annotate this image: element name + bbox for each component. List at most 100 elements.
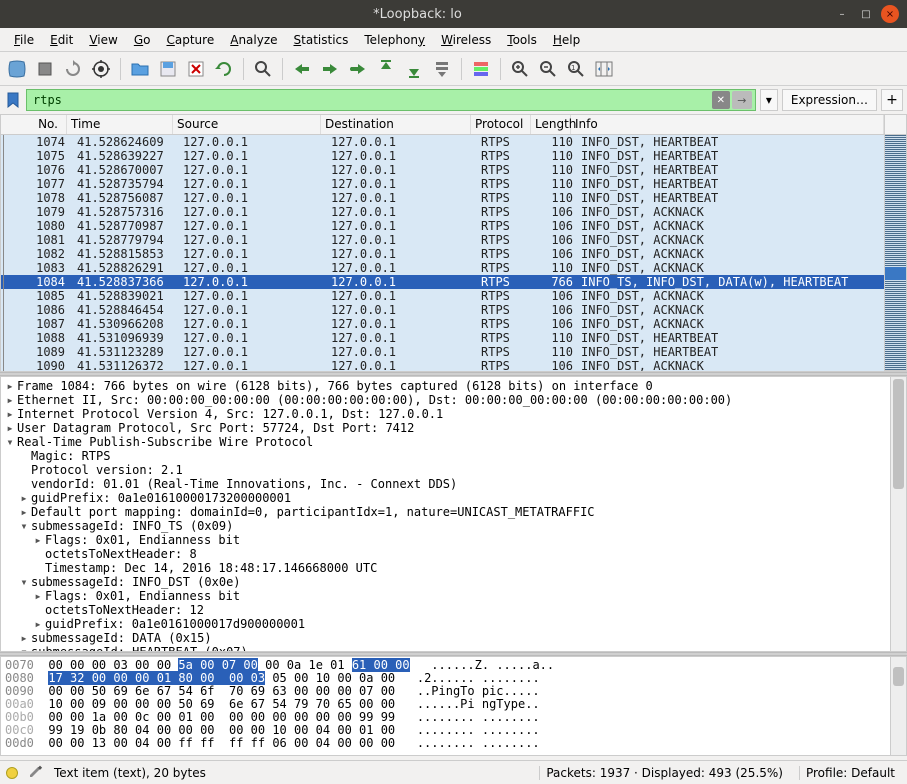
packet-row[interactable]: 107741.528735794127.0.0.1127.0.0.1RTPS11… [1,177,884,191]
filter-add-button[interactable]: + [881,89,903,111]
tree-twisty-icon[interactable]: ▸ [31,533,45,547]
goto-packet-button[interactable] [345,56,371,82]
bytes-row[interactable]: 00d0 00 00 13 00 04 00 ff ff ff ff 06 00… [5,737,886,750]
zoom-reset-button[interactable]: 1 [563,56,589,82]
menu-file[interactable]: File [6,30,42,50]
packet-row[interactable]: 108441.528837366127.0.0.1127.0.0.1RTPS76… [1,275,884,289]
tree-twisty-icon[interactable]: ▾ [17,575,31,589]
packet-row[interactable]: 107941.528757316127.0.0.1127.0.0.1RTPS10… [1,205,884,219]
start-capture-button[interactable] [4,56,30,82]
menu-help[interactable]: Help [545,30,588,50]
tree-twisty-icon[interactable]: ▾ [17,645,31,651]
display-filter-input[interactable] [26,89,756,111]
find-packet-button[interactable] [250,56,276,82]
tree-twisty-icon[interactable]: ▸ [3,421,17,435]
details-row[interactable]: Magic: RTPS [3,449,888,463]
packet-row[interactable]: 108541.528839021127.0.0.1127.0.0.1RTPS10… [1,289,884,303]
tree-twisty-icon[interactable]: ▸ [3,407,17,421]
filter-bookmark-button[interactable] [4,90,22,110]
tree-twisty-icon[interactable]: ▸ [31,589,45,603]
tree-twisty-icon[interactable]: ▸ [17,491,31,505]
stop-capture-button[interactable] [32,56,58,82]
goto-first-button[interactable] [373,56,399,82]
filter-apply-button[interactable]: → [732,91,752,109]
packet-row[interactable]: 107441.528624609127.0.0.1127.0.0.1RTPS11… [1,135,884,149]
packet-row[interactable]: 107841.528756087127.0.0.1127.0.0.1RTPS11… [1,191,884,205]
column-source[interactable]: Source [173,115,321,134]
packet-row[interactable]: 108641.528846454127.0.0.1127.0.0.1RTPS10… [1,303,884,317]
window-minimize-button[interactable]: – [833,5,851,23]
column-length[interactable]: Length [531,115,571,134]
status-profile[interactable]: Profile: Default [799,766,901,780]
restart-capture-button[interactable] [60,56,86,82]
tree-twisty-icon[interactable]: ▸ [17,505,31,519]
tree-twisty-icon[interactable]: ▾ [17,519,31,533]
save-file-button[interactable] [155,56,181,82]
column-no[interactable]: No. [1,115,67,134]
column-info[interactable]: Info [571,115,884,134]
tree-twisty-icon[interactable]: ▾ [3,435,17,449]
filter-expression-button[interactable]: Expression… [782,89,877,111]
packet-list-body[interactable]: 107441.528624609127.0.0.1127.0.0.1RTPS11… [1,135,884,371]
menu-view[interactable]: View [81,30,125,50]
go-forward-button[interactable] [317,56,343,82]
menu-telephony[interactable]: Telephony [356,30,433,50]
packet-list-minimap[interactable] [884,115,906,371]
packet-row[interactable]: 108141.528779794127.0.0.1127.0.0.1RTPS10… [1,233,884,247]
details-row[interactable]: vendorId: 01.01 (Real-Time Innovations, … [3,477,888,491]
reload-file-button[interactable] [211,56,237,82]
packet-list-header[interactable]: No. Time Source Destination Protocol Len… [1,115,884,135]
tree-twisty-icon[interactable]: ▸ [3,393,17,407]
details-row[interactable]: Timestamp: Dec 14, 2016 18:48:17.1466680… [3,561,888,575]
packet-row[interactable]: 108941.531123289127.0.0.1127.0.0.1RTPS11… [1,345,884,359]
packet-row[interactable]: 108741.530966208127.0.0.1127.0.0.1RTPS10… [1,317,884,331]
edit-capture-comment-icon[interactable] [28,763,44,782]
details-row[interactable]: ▸Flags: 0x01, Endianness bit [3,533,888,547]
details-row[interactable]: ▸guidPrefix: 0a1e0161000017d900000001 [3,617,888,631]
details-scrollbar[interactable] [890,377,906,651]
details-row[interactable]: ▸Default port mapping: domainId=0, parti… [3,505,888,519]
goto-last-button[interactable] [401,56,427,82]
details-row[interactable]: Protocol version: 2.1 [3,463,888,477]
packet-row[interactable]: 108841.531096939127.0.0.1127.0.0.1RTPS11… [1,331,884,345]
details-row[interactable]: ▸Frame 1084: 766 bytes on wire (6128 bit… [3,379,888,393]
filter-clear-button[interactable]: ✕ [712,91,730,109]
go-back-button[interactable] [289,56,315,82]
details-row[interactable]: ▾Real-Time Publish-Subscribe Wire Protoc… [3,435,888,449]
menu-capture[interactable]: Capture [158,30,222,50]
bytes-scrollbar[interactable] [890,657,906,755]
menu-wireless[interactable]: Wireless [433,30,499,50]
auto-scroll-button[interactable] [429,56,455,82]
details-row[interactable]: ▸Ethernet II, Src: 00:00:00_00:00:00 (00… [3,393,888,407]
packet-row[interactable]: 107541.528639227127.0.0.1127.0.0.1RTPS11… [1,149,884,163]
menu-statistics[interactable]: Statistics [286,30,357,50]
column-destination[interactable]: Destination [321,115,471,134]
details-row[interactable]: octetsToNextHeader: 12 [3,603,888,617]
zoom-in-button[interactable] [507,56,533,82]
packet-row[interactable]: 109041.531126372127.0.0.1127.0.0.1RTPS10… [1,359,884,371]
open-file-button[interactable] [127,56,153,82]
details-row[interactable]: ▸submessageId: DATA (0x15) [3,631,888,645]
packet-row[interactable]: 108241.528815853127.0.0.1127.0.0.1RTPS10… [1,247,884,261]
tree-twisty-icon[interactable]: ▸ [31,617,45,631]
menu-analyze[interactable]: Analyze [222,30,285,50]
packet-row[interactable]: 108341.528826291127.0.0.1127.0.0.1RTPS11… [1,261,884,275]
details-row[interactable]: ▸User Datagram Protocol, Src Port: 57724… [3,421,888,435]
resize-columns-button[interactable] [591,56,617,82]
column-time[interactable]: Time [67,115,173,134]
details-row[interactable]: ▸Internet Protocol Version 4, Src: 127.0… [3,407,888,421]
zoom-out-button[interactable] [535,56,561,82]
column-protocol[interactable]: Protocol [471,115,531,134]
colorize-button[interactable] [468,56,494,82]
capture-options-button[interactable] [88,56,114,82]
expert-info-icon[interactable] [6,767,18,779]
tree-twisty-icon[interactable]: ▸ [17,631,31,645]
tree-twisty-icon[interactable]: ▸ [3,379,17,393]
details-row[interactable]: ▾submessageId: INFO_DST (0x0e) [3,575,888,589]
packet-row[interactable]: 107641.528670007127.0.0.1127.0.0.1RTPS11… [1,163,884,177]
menu-tools[interactable]: Tools [499,30,545,50]
window-maximize-button[interactable]: □ [857,5,875,23]
details-row[interactable]: octetsToNextHeader: 8 [3,547,888,561]
details-row[interactable]: ▾submessageId: HEARTBEAT (0x07) [3,645,888,651]
details-row[interactable]: ▾submessageId: INFO_TS (0x09) [3,519,888,533]
